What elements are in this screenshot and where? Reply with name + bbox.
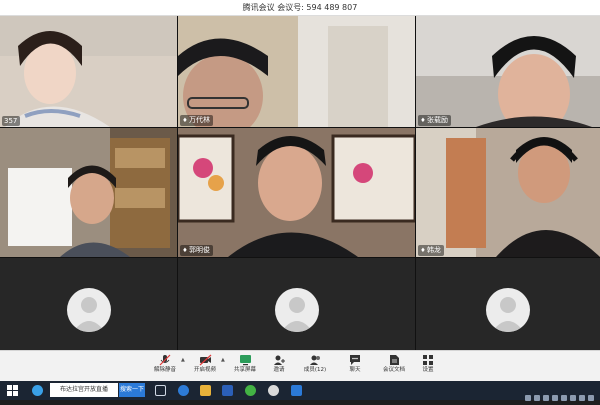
window-title: 腾讯会议 会议号: 594 489 807 bbox=[242, 3, 358, 12]
video-tile-4[interactable] bbox=[0, 128, 177, 257]
participant-name-label: 357 bbox=[2, 116, 21, 126]
tray-icon[interactable] bbox=[579, 395, 585, 401]
video-tile-1[interactable]: 357 bbox=[0, 16, 177, 127]
participant-video-4 bbox=[0, 128, 177, 257]
windows-start-icon[interactable] bbox=[6, 384, 20, 397]
video-off-icon bbox=[199, 354, 211, 366]
search-button[interactable]: 搜索一下 bbox=[119, 383, 145, 397]
video-tile-7[interactable] bbox=[0, 258, 177, 350]
participant-name-label: ♦郭明俊 bbox=[180, 245, 213, 256]
mic-icon: ♦ bbox=[420, 117, 426, 124]
folder-icon[interactable] bbox=[200, 385, 211, 396]
participant-name-label: ♦韩龙 bbox=[418, 245, 444, 256]
tray-icon[interactable] bbox=[525, 395, 531, 401]
members-button[interactable]: 成员(12) bbox=[298, 354, 332, 380]
search-input[interactable]: 布达拉宫开放直播 bbox=[50, 383, 118, 397]
window-title-bar: 腾讯会议 会议号: 594 489 807 bbox=[0, 0, 600, 16]
meeting-toolbar: 解除静音 ▲ 开启视频 ▲ 共享屏幕 邀请 成员(12) 聊天 会议文档 设置 bbox=[0, 350, 600, 381]
video-tile-8[interactable] bbox=[178, 258, 415, 350]
avatar bbox=[66, 288, 111, 332]
chevron-up-icon[interactable]: ▲ bbox=[221, 357, 225, 363]
chat-icon bbox=[350, 355, 360, 365]
participant-video-3 bbox=[416, 16, 600, 127]
settings-button[interactable]: 设置 bbox=[411, 354, 445, 380]
chat-button[interactable]: 聊天 bbox=[338, 354, 372, 380]
edge-browser-icon[interactable] bbox=[178, 385, 189, 396]
mic-muted-icon bbox=[159, 354, 171, 366]
tray-icon[interactable] bbox=[561, 395, 567, 401]
task-view-icon[interactable] bbox=[155, 385, 166, 396]
share-screen-icon bbox=[239, 355, 251, 366]
tray-icon[interactable] bbox=[534, 395, 540, 401]
grid-settings-icon bbox=[423, 355, 433, 365]
tray-icon[interactable] bbox=[570, 395, 576, 401]
mic-icon: ♦ bbox=[182, 247, 188, 254]
participant-video-1 bbox=[0, 16, 177, 127]
system-tray[interactable] bbox=[522, 386, 594, 401]
video-tile-2[interactable]: ♦万代林 bbox=[178, 16, 415, 127]
invite-icon bbox=[274, 355, 285, 365]
video-button[interactable]: 开启视频 bbox=[188, 354, 222, 380]
invite-button[interactable]: 邀请 bbox=[262, 354, 296, 380]
video-tile-6[interactable]: ♦韩龙 bbox=[416, 128, 600, 257]
tray-icon[interactable] bbox=[543, 395, 549, 401]
mute-button[interactable]: 解除静音 bbox=[148, 354, 182, 380]
document-icon bbox=[389, 355, 399, 365]
chevron-up-icon[interactable]: ▲ bbox=[181, 357, 185, 363]
participant-video-5 bbox=[178, 128, 415, 257]
video-tile-9[interactable] bbox=[416, 258, 600, 350]
windows-taskbar: 布达拉宫开放直播 搜索一下 bbox=[0, 381, 600, 401]
mic-icon: ♦ bbox=[182, 117, 188, 124]
mic-icon: ♦ bbox=[420, 247, 426, 254]
video-tile-3[interactable]: ♦张载励 bbox=[416, 16, 600, 127]
tray-icon[interactable] bbox=[588, 395, 594, 401]
video-grid: 357 ♦万代林 ♦张载励 ♦郭明俊 ♦韩龙 bbox=[0, 16, 600, 350]
browser-icon[interactable] bbox=[32, 385, 43, 396]
avatar bbox=[486, 288, 530, 332]
tencent-meeting-icon[interactable] bbox=[291, 385, 302, 396]
participant-video-2 bbox=[178, 16, 415, 127]
tray-icon[interactable] bbox=[552, 395, 558, 401]
media-player-icon[interactable] bbox=[268, 385, 279, 396]
wechat-icon[interactable] bbox=[245, 385, 256, 396]
video-tile-5[interactable]: ♦郭明俊 bbox=[178, 128, 415, 257]
participant-name-label: ♦万代林 bbox=[180, 115, 213, 126]
participant-video-6 bbox=[416, 128, 600, 257]
avatar bbox=[274, 288, 319, 332]
word-icon[interactable] bbox=[222, 385, 233, 396]
participant-name-label: ♦张载励 bbox=[418, 115, 451, 126]
members-icon bbox=[309, 355, 320, 365]
